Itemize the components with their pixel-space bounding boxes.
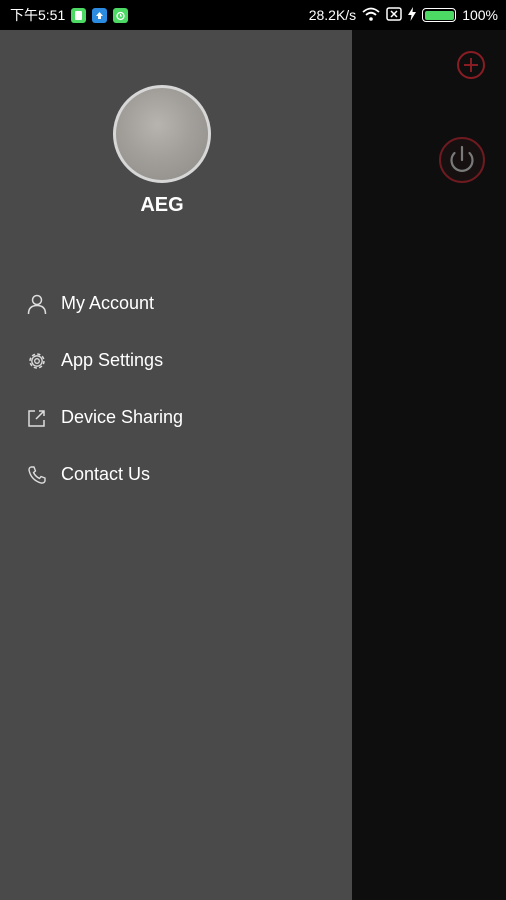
- battery-percent: 100%: [462, 7, 498, 23]
- menu-item-app-settings[interactable]: App Settings: [0, 332, 352, 389]
- menu-item-contact-us[interactable]: Contact Us: [0, 446, 352, 503]
- menu-item-label: My Account: [61, 293, 155, 313]
- notification-icon: [71, 7, 87, 23]
- network-speed: 28.2K/s: [308, 7, 357, 23]
- upload-icon: [92, 7, 108, 23]
- status-bar: 下午5:51 28.2K/s 100%: [0, 0, 506, 30]
- sim-off-icon: [386, 6, 402, 24]
- navigation-drawer: AEG My Account App Settings Device Shari…: [0, 30, 352, 900]
- gear-icon: [26, 350, 48, 372]
- add-icon[interactable]: [456, 50, 486, 80]
- profile-name: AEG: [140, 194, 184, 216]
- drawer-menu: My Account App Settings Device Sharing C…: [0, 275, 352, 503]
- menu-item-label: Device Sharing: [61, 407, 184, 427]
- phone-icon: [26, 464, 48, 486]
- share-icon: [26, 407, 48, 429]
- power-icon[interactable]: [438, 136, 486, 184]
- charging-icon: [408, 6, 417, 24]
- menu-item-device-sharing[interactable]: Device Sharing: [0, 389, 352, 446]
- menu-item-label: Contact Us: [61, 464, 151, 484]
- alarm-icon: [113, 7, 129, 23]
- wifi-icon: [362, 7, 380, 24]
- person-icon: [26, 293, 48, 315]
- menu-item-my-account[interactable]: My Account: [0, 275, 352, 332]
- menu-item-label: App Settings: [61, 350, 164, 370]
- battery-icon: [422, 8, 457, 22]
- status-time: 下午5:51: [10, 7, 66, 23]
- avatar[interactable]: [113, 85, 211, 183]
